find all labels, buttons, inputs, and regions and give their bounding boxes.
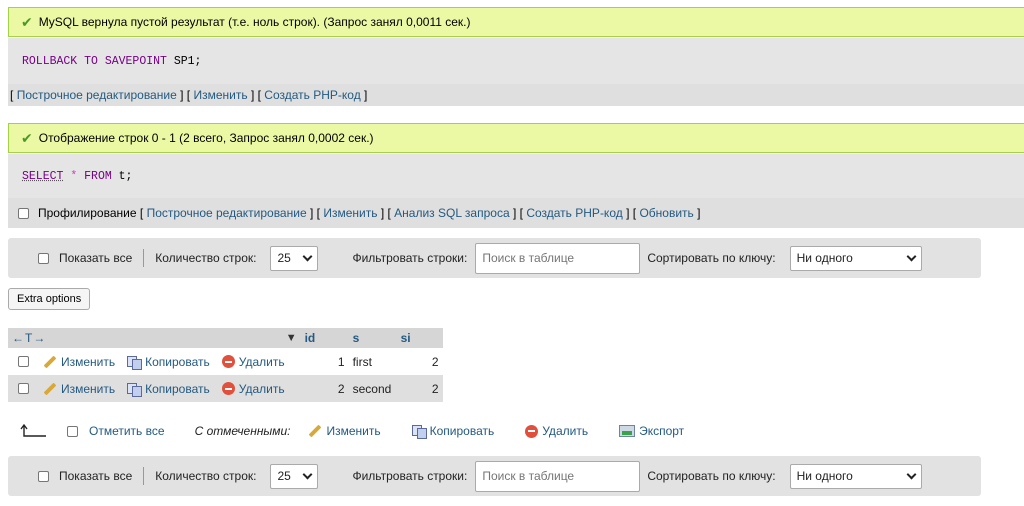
filter-rows-label: Фильтровать строки: [352,469,468,483]
copy-icon [127,382,143,397]
check-icon: ✔ [21,13,33,30]
row-checkbox[interactable] [18,356,29,367]
check-icon: ✔ [21,129,33,146]
filter-rows-label: Фильтровать строки: [352,251,468,265]
pencil-icon [309,424,322,438]
sql-table-name: t; [118,169,133,183]
column-arrows-icon[interactable]: ←T→ [12,331,46,345]
delete-icon [221,355,235,368]
check-all-link[interactable]: Отметить все [89,424,165,438]
with-selected-label: С отмеченными: [194,424,291,438]
sql-query-box: ROLLBACK TO SAVEPOINT SP1; [8,38,1024,84]
row-checkbox[interactable] [18,383,29,394]
table-actions-header: ←T→ ▼ [8,328,301,348]
refresh-link[interactable]: Обновить [639,206,693,220]
show-all-checkbox[interactable] [38,470,49,482]
chevron-down-icon [906,251,917,261]
sql-star: * [70,169,78,183]
create-php-link[interactable]: Создать PHP-код [526,206,622,220]
rows-count-select[interactable]: 25 [270,245,319,271]
chevron-down-icon [303,469,313,479]
query-tools-bar: [ Построчное редактирование ] [ Изменить… [8,84,1024,106]
edit-query-link[interactable]: Изменить [323,206,377,220]
column-header-s[interactable]: s [348,328,397,348]
sort-by-key-select[interactable]: Ни одного [789,463,922,489]
delete-icon [221,382,235,395]
row-edit-link[interactable]: Изменить [43,382,115,396]
profiling-checkbox[interactable] [18,207,29,219]
arrow-up-left-icon [20,423,46,437]
show-all-label: Показать все [59,469,133,483]
filter-rows-input[interactable]: Поиск в таблице [475,460,641,492]
rows-count-label: Количество строк: [155,251,257,265]
query-tools-bar: Профилирование [ Построчное редактирован… [8,198,1024,228]
column-header-id[interactable]: id [300,328,349,348]
sort-by-key-label: Сортировать по ключу: [647,469,776,483]
success-message-1: ✔ MySQL вернула пустой результат (т.е. н… [8,7,1024,37]
cell-s[interactable]: first [348,348,397,375]
export-icon [619,425,636,437]
sort-indicator-icon[interactable]: ▼ [286,332,297,344]
sort-by-key-label: Сортировать по ключу: [647,251,776,265]
divider [143,249,145,267]
check-all-checkbox[interactable] [67,425,78,437]
divider [143,467,145,485]
cell-id[interactable]: 2 [300,375,349,402]
bulk-copy-button[interactable]: Копировать [411,424,494,439]
success-message-2: ✔ Отображение строк 0 - 1 (2 всего, Запр… [8,123,1024,153]
inline-edit-link[interactable]: Построчное редактирование [17,88,177,102]
inline-edit-link[interactable]: Построчное редактирование [147,206,307,220]
navigation-bar-top: Показать все Количество строк: 25 Фильтр… [8,238,981,278]
rows-count-select[interactable]: 25 [270,463,319,489]
show-all-label: Показать все [59,251,133,265]
cell-si[interactable]: 2 [396,375,443,402]
analyze-sql-link[interactable]: Анализ SQL запроса [394,206,509,220]
copy-icon [127,355,143,370]
edit-query-link[interactable]: Изменить [193,88,247,102]
pencil-icon [43,382,57,395]
delete-icon [525,424,539,438]
row-delete-link[interactable]: Удалить [221,355,285,369]
rows-count-label: Количество строк: [155,469,257,483]
success-message-text: Отображение строк 0 - 1 (2 всего, Запрос… [38,131,374,145]
bulk-edit-button[interactable]: Изменить [308,424,381,438]
cell-s[interactable]: second [348,375,397,402]
profiling-label: Профилирование [38,206,137,220]
row-copy-link[interactable]: Копировать [127,382,210,397]
bulk-export-button[interactable]: Экспорт [619,424,684,438]
chevron-down-icon [906,469,917,479]
row-delete-link[interactable]: Удалить [221,382,285,396]
sql-identifier: SP1; [173,54,202,68]
pencil-icon [43,355,57,368]
cell-si[interactable]: 2 [396,348,443,375]
copy-icon [411,425,427,439]
sql-keyword-from: FROM [84,169,112,183]
table-row: Изменить Копировать Удалить 1 first 2 [8,348,443,375]
sql-keyword-select[interactable]: SELECT [22,170,63,183]
extra-options-button[interactable]: Extra options [8,288,91,310]
table-row: Изменить Копировать Удалить 2 second 2 [8,375,443,402]
column-header-si[interactable]: si [396,328,443,348]
success-message-text: MySQL вернула пустой результат (т.е. нол… [38,15,471,29]
row-edit-link[interactable]: Изменить [43,355,115,369]
bulk-delete-button[interactable]: Удалить [525,424,588,438]
create-php-link[interactable]: Создать PHP-код [264,88,360,102]
sql-query-box: SELECT * FROM t; [8,154,1024,198]
results-table: ←T→ ▼ id s si Изменить Копировать Удалит… [8,328,443,402]
show-all-checkbox[interactable] [38,252,49,264]
navigation-bar-bottom: Показать все Количество строк: 25 Фильтр… [8,456,981,496]
cell-id[interactable]: 1 [300,348,349,375]
chevron-down-icon [303,251,313,261]
row-copy-link[interactable]: Копировать [127,355,210,370]
sql-keyword: ROLLBACK TO SAVEPOINT [22,54,167,68]
bulk-actions-bar: Отметить все С отмеченными: Изменить Коп… [18,420,958,442]
sort-by-key-select[interactable]: Ни одного [789,245,922,271]
filter-rows-input[interactable]: Поиск в таблице [475,242,641,274]
